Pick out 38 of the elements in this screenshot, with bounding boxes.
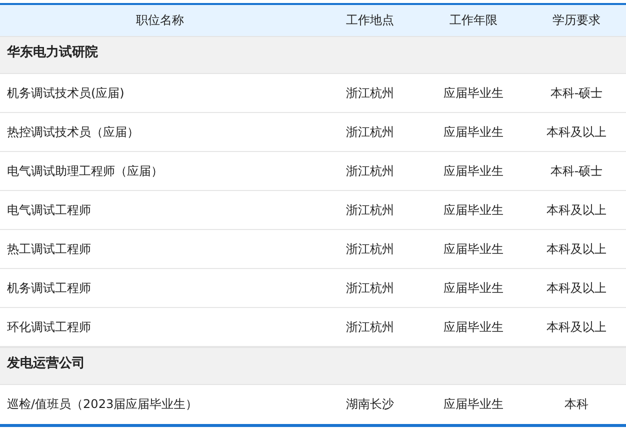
table-cell-text: 应届毕业生 (442, 202, 504, 218)
table-cell-text: 应届毕业生 (442, 280, 504, 296)
table-cell-text: 本科及以上 (546, 318, 608, 336)
table-cell-text: 电气调试助理工程师（应届） (6, 162, 164, 180)
table-cell-text: 本科及以上 (546, 124, 608, 140)
table-cell-text: 巡检/值班员（2023届应届毕业生） (6, 396, 199, 413)
table-cell-text: 浙江杭州 (345, 124, 395, 140)
table-cell-text: 机务调试技术员(应届) (6, 84, 126, 102)
column-header: 学历要求 (552, 12, 602, 29)
table-cell-text: 电气调试工程师 (6, 202, 92, 218)
table-cell-text: 浙江杭州 (345, 240, 395, 258)
table-cell-text: 应届毕业生 (442, 162, 504, 180)
column-header: 职位名称 (135, 12, 185, 29)
table-cell-text: 应届毕业生 (442, 124, 504, 140)
table-cell-text: 应届毕业生 (442, 396, 504, 413)
table-cell-text: 热控调试技术员（应届） (6, 124, 140, 140)
table-cell-text: 浙江杭州 (345, 280, 395, 296)
table-cell-text: 本科 (564, 396, 590, 413)
column-header: 工作年限 (448, 12, 498, 29)
table-cell-text: 浙江杭州 (345, 162, 395, 180)
table-cell-text: 本科-硕士 (549, 84, 604, 102)
group-title: 华东电力试研院 (6, 44, 99, 61)
table-cell-text: 应届毕业生 (442, 318, 504, 336)
table-cell-text: 浙江杭州 (345, 202, 395, 218)
group-title: 发电运营公司 (6, 355, 86, 372)
column-header: 工作地点 (345, 12, 395, 29)
table-cell-text: 本科及以上 (546, 280, 608, 296)
table-cell-text: 湖南长沙 (345, 396, 395, 413)
table-cell-text: 热工调试工程师 (6, 240, 92, 258)
table-cell-text: 浙江杭州 (345, 318, 395, 336)
table-cell-text: 环化调试工程师 (6, 318, 92, 336)
table-cell-text: 本科-硕士 (549, 162, 604, 180)
table-cell-text: 机务调试工程师 (6, 280, 92, 296)
table-cell-text: 应届毕业生 (442, 240, 504, 258)
table-cell-text: 浙江杭州 (345, 84, 395, 102)
table-cell-text: 本科及以上 (546, 202, 608, 218)
table-cell-text: 应届毕业生 (442, 84, 504, 102)
table-cell-text: 本科及以上 (546, 240, 608, 258)
